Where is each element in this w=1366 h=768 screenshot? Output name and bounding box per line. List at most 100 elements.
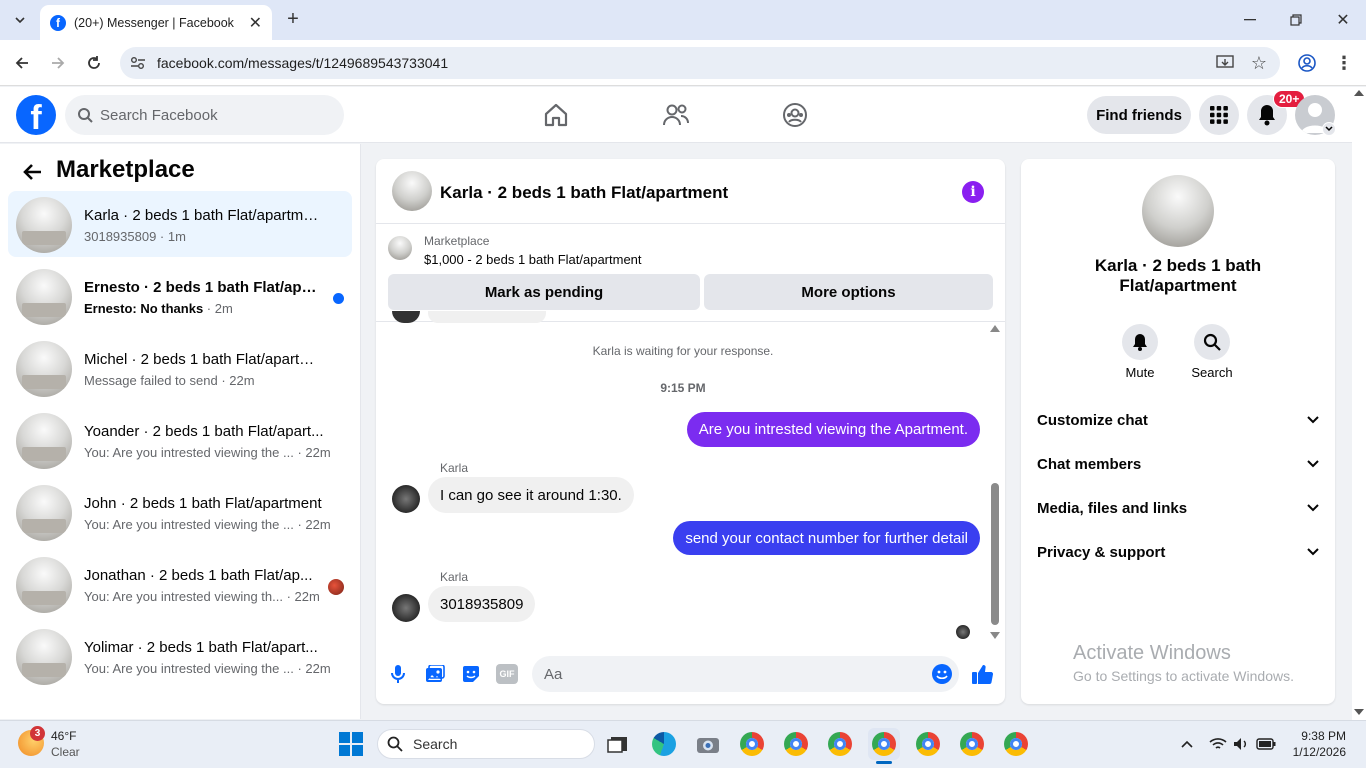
chrome-active-icon[interactable] [868,728,900,760]
chrome-profile-icon[interactable] [736,728,768,760]
site-settings-icon[interactable] [128,53,148,73]
search-label[interactable]: Search [1182,365,1242,380]
chrome-profile-icon[interactable] [1000,728,1032,760]
find-friends-button[interactable]: Find friends [1087,96,1191,134]
minimize-icon[interactable] [1238,8,1262,32]
preview-time: 22m [305,661,331,676]
info-icon[interactable]: i [962,181,984,203]
microphone-icon[interactable] [388,663,408,685]
back-icon[interactable] [10,52,34,74]
customize-chat-row[interactable]: Customize chat [1037,398,1319,442]
friends-icon[interactable] [660,100,692,130]
browser-menu-icon[interactable]: ⋮ [1334,52,1354,74]
waiting-notice: Karla is waiting for your response. [592,344,774,358]
seen-avatar [328,579,344,595]
sender-avatar[interactable] [392,594,420,622]
camera-app-icon[interactable] [692,728,724,760]
chrome-profile-icon[interactable] [956,728,988,760]
facebook-search-input[interactable]: Search Facebook [65,95,344,135]
volume-icon[interactable] [1232,735,1250,753]
conversation-item[interactable]: Yoander · 2 beds 1 bath Flat/apart... Yo… [8,407,352,473]
contact-avatar[interactable] [1142,175,1214,247]
page-scroll-up-icon[interactable] [1354,90,1364,96]
privacy-support-row[interactable]: Privacy & support [1037,530,1319,574]
chrome-profile-icon[interactable] [912,728,944,760]
wifi-icon[interactable] [1208,735,1228,753]
conversation-item[interactable]: Ernesto · 2 beds 1 bath Flat/apart... Er… [8,263,352,329]
chrome-profile-icon[interactable] [824,728,856,760]
profile-icon[interactable] [1296,52,1318,74]
chat-scroll-down-icon[interactable] [990,632,1000,639]
chat-scroll-thumb[interactable] [991,483,999,625]
task-view-icon[interactable] [602,728,634,760]
conversation-item[interactable]: Michel · 2 beds 1 bath Flat/apartm... Me… [8,335,352,401]
listing-thumbnail [16,413,72,469]
weather-badge: 3 [30,726,45,741]
conversation-item[interactable]: John · 2 beds 1 bath Flat/apartment You:… [8,479,352,545]
taskbar-search[interactable]: Search [377,729,595,759]
weather-temp[interactable]: 46°F [51,729,76,743]
reload-icon[interactable] [82,52,106,74]
url-bar[interactable]: facebook.com/messages/t/1249689543733041 [120,47,1280,79]
window-close-icon[interactable]: ✕ [1331,8,1355,32]
battery-icon[interactable] [1256,735,1276,753]
account-chevron-icon[interactable] [1322,122,1336,136]
groups-icon[interactable] [779,100,811,130]
forward-icon[interactable] [46,52,70,74]
sender-name: Karla [440,461,469,475]
emoji-icon[interactable] [932,664,952,684]
more-options-button[interactable]: More options [704,274,993,310]
new-tab-icon[interactable]: + [282,8,304,30]
edge-icon[interactable] [648,728,680,760]
conversation-item[interactable]: Yolimar · 2 beds 1 bath Flat/apart... Yo… [8,623,352,689]
listing-thumbnail [16,557,72,613]
page-scrollbar[interactable] [1352,87,1366,720]
listing-mini-thumbnail [388,236,412,260]
outgoing-message[interactable]: send your contact number for further det… [673,521,980,555]
tab-search-icon[interactable] [8,8,32,32]
tray-chevron-up-icon[interactable] [1178,735,1196,753]
facebook-logo-icon[interactable]: f [16,95,56,137]
clock-time[interactable]: 9:38 PM [1284,729,1346,743]
sender-avatar[interactable] [392,485,420,513]
thumbs-up-icon[interactable] [970,662,994,686]
home-icon[interactable] [540,100,572,130]
weather-badge-count: 3 [34,728,41,739]
install-app-icon[interactable] [1214,52,1236,74]
chevron-down-icon [1307,460,1319,468]
gif-icon[interactable]: GIF [496,664,518,684]
divider [376,223,1005,224]
bookmark-star-icon[interactable]: ☆ [1248,52,1270,74]
sticker-icon[interactable] [460,663,482,685]
chat-avatar[interactable] [392,171,432,211]
message-input[interactable]: Aa [532,656,959,692]
preview-text: Message failed to send [84,373,218,388]
conversation-preview: 3018935809 · 1m [84,229,186,244]
conversation-preview: You: Are you intrested viewing th... · 2… [84,589,320,604]
menu-grid-icon[interactable] [1199,95,1239,135]
incoming-message[interactable]: I can go see it around 1:30. [428,477,634,513]
chat-members-row[interactable]: Chat members [1037,442,1319,486]
windows-start-icon[interactable] [339,732,363,756]
clock-date[interactable]: 1/12/2026 [1280,745,1346,759]
incoming-message[interactable]: 3018935809 [428,586,536,622]
outgoing-message[interactable]: Are you intrested viewing the Apartment. [686,412,980,447]
chat-title[interactable]: Karla · 2 beds 1 bath Flat/apartment [440,183,728,203]
tab-close-icon[interactable]: ✕ [249,13,262,33]
mark-as-pending-button[interactable]: Mark as pending [388,274,700,310]
page-scroll-down-icon[interactable] [1354,709,1364,715]
search-chat-icon[interactable] [1194,324,1230,360]
media-files-links-row[interactable]: Media, files and links [1037,486,1319,530]
conversation-item[interactable]: Karla · 2 beds 1 bath Flat/apartment 301… [8,191,352,257]
unread-dot [333,293,344,304]
photo-icon[interactable] [424,663,446,685]
chat-scroll-up-icon[interactable] [990,325,1000,332]
listing-text[interactable]: $1,000 - 2 beds 1 bath Flat/apartment [424,252,642,267]
mute-bell-icon[interactable] [1122,324,1158,360]
restore-icon[interactable] [1284,8,1308,32]
back-arrow-icon[interactable] [20,160,44,184]
mute-label[interactable]: Mute [1110,365,1170,380]
chrome-profile-icon[interactable] [780,728,812,760]
browser-tab[interactable]: f (20+) Messenger | Facebook ✕ [40,5,272,40]
conversation-item[interactable]: Jonathan · 2 beds 1 bath Flat/ap... You:… [8,551,352,617]
